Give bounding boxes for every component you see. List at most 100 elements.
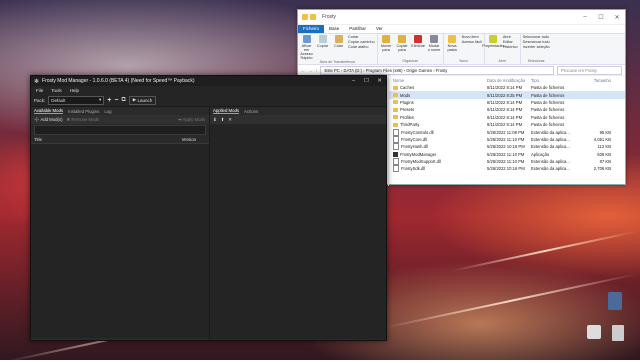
file-row[interactable]: FrostyHash.dll 5/26/2022 10:16 PM Extensão… <box>389 143 625 151</box>
remove-icon[interactable]: ✕ <box>228 117 232 123</box>
minimize-button[interactable]: – <box>577 14 593 21</box>
new-item-button[interactable]: Novo item <box>462 35 482 39</box>
desktop-icon[interactable] <box>587 325 601 339</box>
column-version[interactable]: Version <box>182 137 196 142</box>
remove-pack-icon[interactable]: − <box>114 97 118 104</box>
maximize-button[interactable]: ☐ <box>360 78 373 84</box>
apply-icon: ➡ <box>177 116 182 122</box>
tab-log[interactable]: Log <box>104 109 111 114</box>
file-name: ThirdParty <box>393 122 487 127</box>
pack-toolbar: Pack: Default ▾ + − ⧉ ▶ Launch <box>31 94 386 107</box>
applied-mods-panel: Applied Mods Actions ⬇ ⬆ ✕ <box>210 107 386 339</box>
ribbon: Afixar em Acesso Rápido Copiar Colar Cor… <box>298 33 625 65</box>
file-row[interactable]: FrostyCore.dll 5/26/2022 11:10 PM Extensão… <box>389 135 625 143</box>
remove-mods-button[interactable]: ✖ Remove Mods <box>67 117 100 123</box>
file-row[interactable]: FrostyControls.dll 5/26/2022 11:08 PM Exte… <box>389 128 625 136</box>
file-row[interactable]: FrostyModManager 5/26/2022 11:10 PM Aplica… <box>389 151 625 158</box>
tab-available-mods[interactable]: Available Mods <box>34 108 64 114</box>
search-input[interactable]: Procurar em Frosty <box>557 65 622 75</box>
menu-file[interactable]: File <box>36 88 43 93</box>
folder-icon <box>393 100 398 105</box>
file-type: Pasta de ficheiros <box>531 122 565 128</box>
cut-button[interactable]: Cortar <box>348 35 375 39</box>
file-type: Extensão da aplica... <box>531 166 570 172</box>
file-row[interactable]: FrostyModSupport.dll 5/26/2022 11:10 PM Ex… <box>389 158 625 166</box>
file-row[interactable]: Caches 8/11/2022 8:14 PM Pasta de ficheiro… <box>389 84 625 91</box>
rename-button[interactable]: Mudar o nome <box>428 35 441 59</box>
menu-help[interactable]: Help <box>70 88 79 93</box>
tab-share[interactable]: Partilhar <box>344 25 371 33</box>
tab-applied-mods[interactable]: Applied Mods <box>213 108 240 114</box>
select-all-button[interactable]: Selecionar tudo <box>523 35 550 39</box>
apply-mods-button[interactable]: ➡ Apply Mods <box>178 117 205 123</box>
folder-icon[interactable] <box>310 14 316 20</box>
back-arrow-icon[interactable]: ← <box>301 68 305 73</box>
properties-button[interactable]: Propriedades <box>482 35 505 59</box>
filter-input[interactable] <box>34 125 206 135</box>
column-headers: Nome Data de modificação Tipo Tamanho <box>389 76 625 84</box>
move-down-icon[interactable]: ⬇ <box>213 117 217 123</box>
maximize-button[interactable]: ☐ <box>593 14 609 21</box>
menu-tools[interactable]: Tools <box>51 88 62 93</box>
file-type: Extensão da aplica... <box>531 129 570 135</box>
file-icon <box>393 158 399 166</box>
history-button[interactable]: Histórico <box>503 45 518 49</box>
mods-list[interactable] <box>31 144 209 338</box>
folder-icon <box>393 122 398 127</box>
file-row[interactable]: Mods 8/11/2022 8:25 PM Pasta de ficheiros <box>389 91 625 99</box>
column-size[interactable]: Tamanho <box>577 78 611 83</box>
desktop-icon[interactable] <box>612 325 624 341</box>
light-streak <box>451 230 639 272</box>
pin-quick-access-button[interactable]: Afixar em Acesso Rápido <box>300 35 313 60</box>
copy-button[interactable]: Copiar <box>316 35 329 60</box>
open-button[interactable]: Abrir <box>503 35 518 39</box>
delete-button[interactable]: Eliminar <box>411 35 425 59</box>
tab-installed-plugins[interactable]: Installed Plugins <box>68 109 99 114</box>
edit-button[interactable]: Editar <box>503 40 518 44</box>
launch-button[interactable]: ▶ Launch <box>128 95 157 105</box>
add-mods-button[interactable]: ➕ Add Mod(s) <box>34 117 63 123</box>
file-size: 506 KB <box>597 151 611 157</box>
move-up-icon[interactable]: ⬆ <box>221 117 225 123</box>
file-row[interactable]: Profiles 8/11/2022 8:14 PM Pasta de fichei… <box>389 114 625 121</box>
column-date[interactable]: Data de modificação <box>487 78 531 83</box>
copy-path-button[interactable]: Copiar caminho <box>348 40 375 44</box>
file-row[interactable]: FrostySdk.dll 5/26/2022 10:16 PM Extensão … <box>389 165 625 173</box>
add-pack-icon[interactable]: + <box>107 97 111 104</box>
tab-actions[interactable]: Actions <box>244 109 258 114</box>
file-name: FrostyControls.dll <box>393 128 487 136</box>
select-none-button[interactable]: Desmarcar tudo <box>523 40 550 44</box>
tab-view[interactable]: Ver <box>371 25 388 33</box>
close-button[interactable]: ✕ <box>609 14 625 21</box>
column-title[interactable]: Title <box>34 137 42 142</box>
pack-select[interactable]: Default ▾ <box>48 95 105 105</box>
file-name: Plugins <box>393 100 487 105</box>
paste-button[interactable]: Colar <box>332 35 345 60</box>
tab-file[interactable]: Ficheiro <box>298 25 325 33</box>
up-arrow-icon[interactable]: ↑ <box>315 68 317 73</box>
applied-mods-list[interactable] <box>210 124 386 339</box>
tab-home[interactable]: Base <box>324 25 344 33</box>
easy-access-button[interactable]: Acesso fácil <box>462 40 482 44</box>
file-row[interactable]: Plugins 8/11/2022 8:14 PM Pasta de ficheir… <box>389 99 625 106</box>
desktop-icon[interactable] <box>608 292 622 310</box>
copy-to-button[interactable]: Copiar para <box>396 35 409 59</box>
folder-icon <box>393 115 398 120</box>
file-row[interactable]: Presets 8/11/2022 8:14 PM Pasta de ficheir… <box>389 106 625 113</box>
file-date: 8/11/2022 8:14 PM <box>487 85 523 91</box>
close-button[interactable]: ✕ <box>373 78 386 84</box>
move-icon <box>382 35 391 43</box>
forward-arrow-icon[interactable]: → <box>308 68 312 73</box>
invert-selection-button[interactable]: Inverter seleção <box>523 45 550 49</box>
move-to-button[interactable]: Mover para <box>380 35 393 59</box>
column-name[interactable]: Nome <box>393 78 487 83</box>
file-row[interactable]: ThirdParty 8/11/2022 8:14 PM Pasta de fich… <box>389 121 625 128</box>
duplicate-pack-icon[interactable]: ⧉ <box>121 97 125 104</box>
new-folder-button[interactable]: Nova pasta <box>446 35 459 59</box>
address-bar[interactable]: Este PC › DATA (D:) › Program Files (x86… <box>320 65 554 75</box>
file-date: 8/11/2022 8:14 PM <box>487 107 523 113</box>
column-type[interactable]: Tipo <box>531 78 577 83</box>
paste-shortcut-button[interactable]: Colar atalho <box>348 45 375 49</box>
minimize-button[interactable]: – <box>347 78 360 84</box>
quick-access-icon[interactable] <box>302 14 308 20</box>
